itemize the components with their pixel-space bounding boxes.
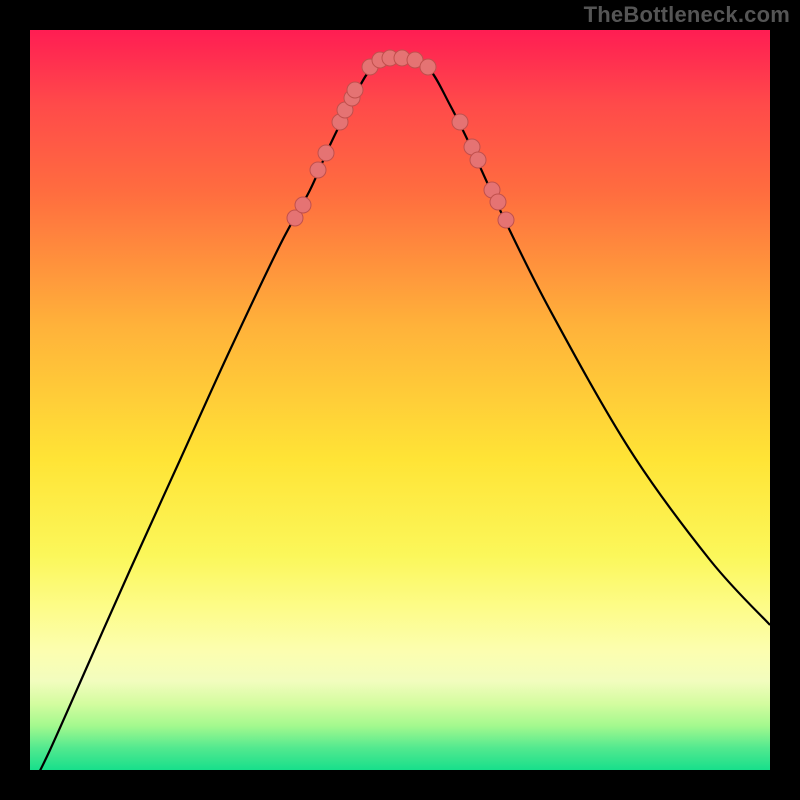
chart-root: TheBottleneck.com (0, 0, 800, 800)
bottleneck-curve (30, 59, 770, 770)
watermark-text: TheBottleneck.com (584, 2, 790, 28)
highlight-dot (484, 182, 500, 198)
highlight-dot (498, 212, 514, 228)
highlight-dot (372, 52, 388, 68)
highlight-dot (332, 114, 348, 130)
curve-svg (30, 30, 770, 770)
highlight-dot (337, 102, 353, 118)
highlight-dot (407, 52, 423, 68)
highlight-dot (344, 90, 360, 106)
highlight-dot (318, 145, 334, 161)
highlight-dot (362, 59, 378, 75)
highlight-dot (452, 114, 468, 130)
highlight-dot (420, 59, 436, 75)
highlight-dot (287, 210, 303, 226)
highlight-dot (295, 197, 311, 213)
highlight-dot (394, 50, 410, 66)
highlight-dot (382, 50, 398, 66)
highlight-dot (310, 162, 326, 178)
highlight-dot (490, 194, 506, 210)
highlight-dot (347, 82, 363, 98)
highlight-dot (464, 139, 480, 155)
highlight-dots (287, 50, 514, 228)
plot-area (30, 30, 770, 770)
highlight-dot (470, 152, 486, 168)
